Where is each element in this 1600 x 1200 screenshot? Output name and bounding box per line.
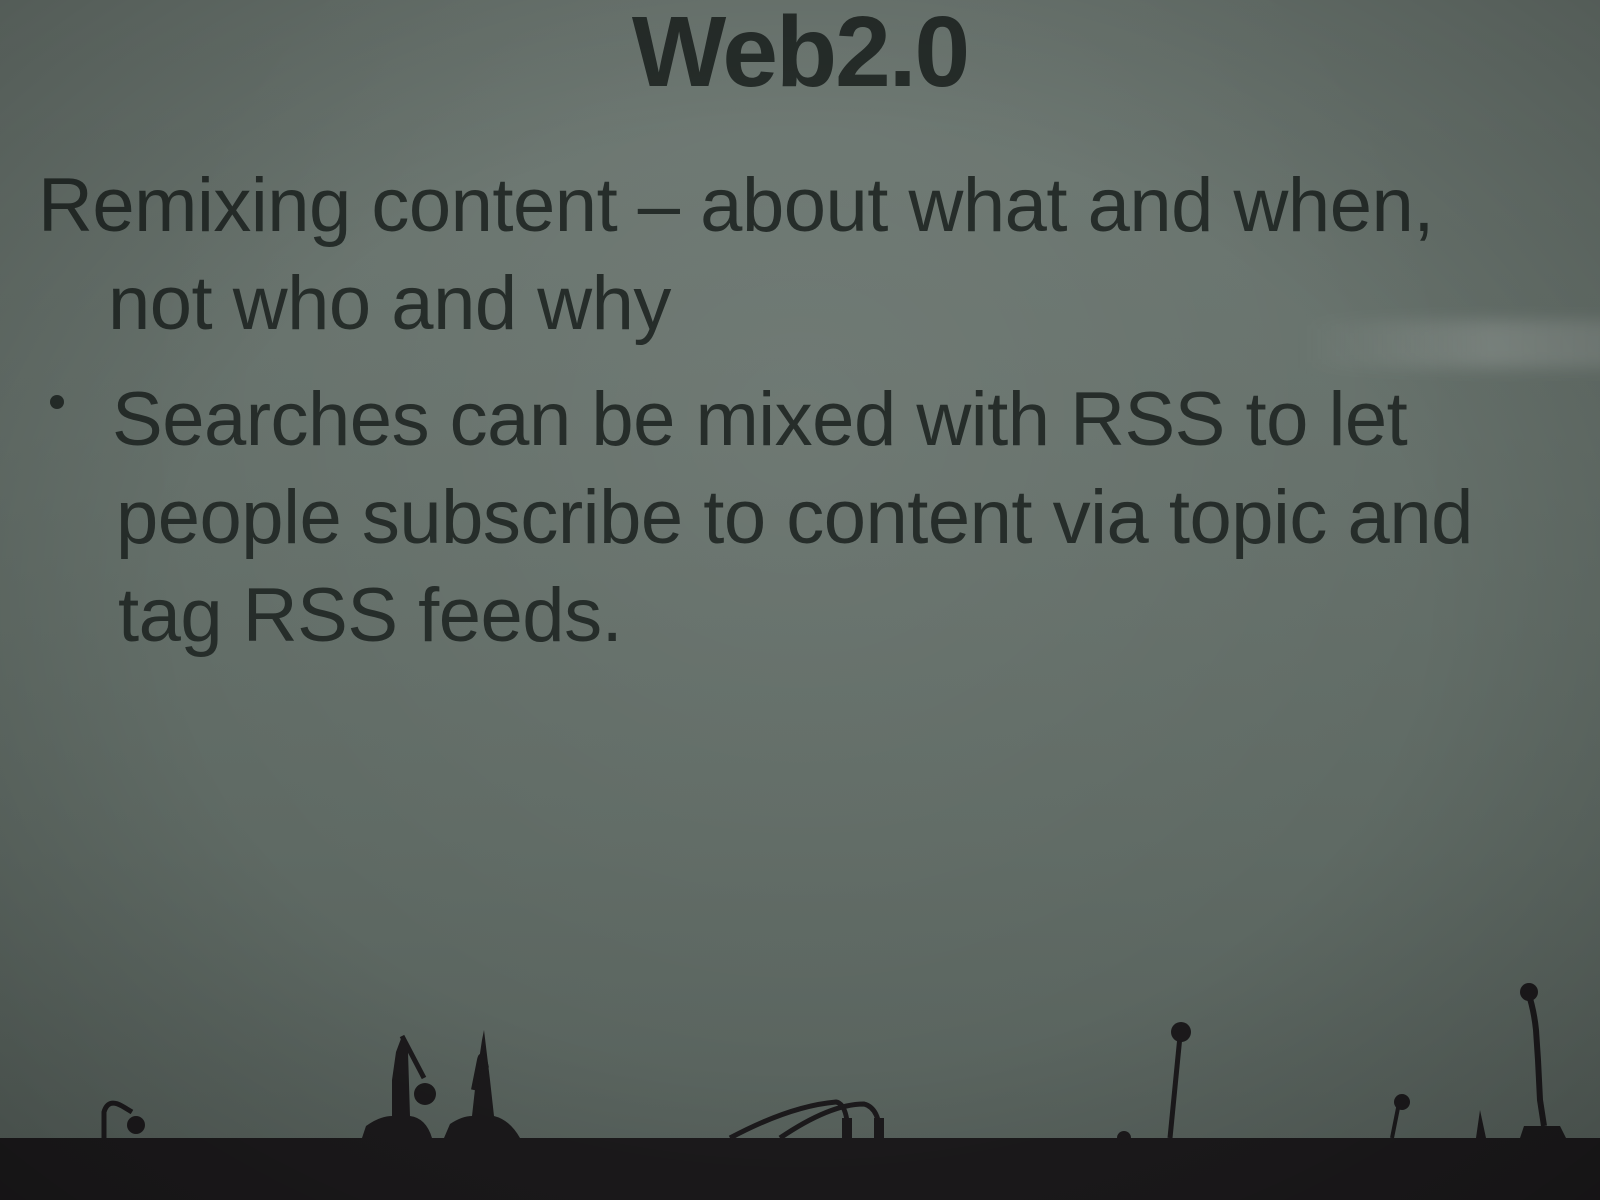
tall-microphone-silhouette	[1525, 991, 1547, 1127]
microphone-silhouette	[1167, 1035, 1183, 1139]
stage-edge	[0, 1138, 1600, 1200]
photo-of-projected-slide: Web2.0 Remixing content – about what and…	[0, 0, 1600, 1200]
stage-silhouette	[0, 983, 1600, 1200]
peg-silhouette	[1476, 1110, 1486, 1138]
left-lamp	[101, 1100, 134, 1138]
equipment-silhouette	[444, 1030, 520, 1138]
